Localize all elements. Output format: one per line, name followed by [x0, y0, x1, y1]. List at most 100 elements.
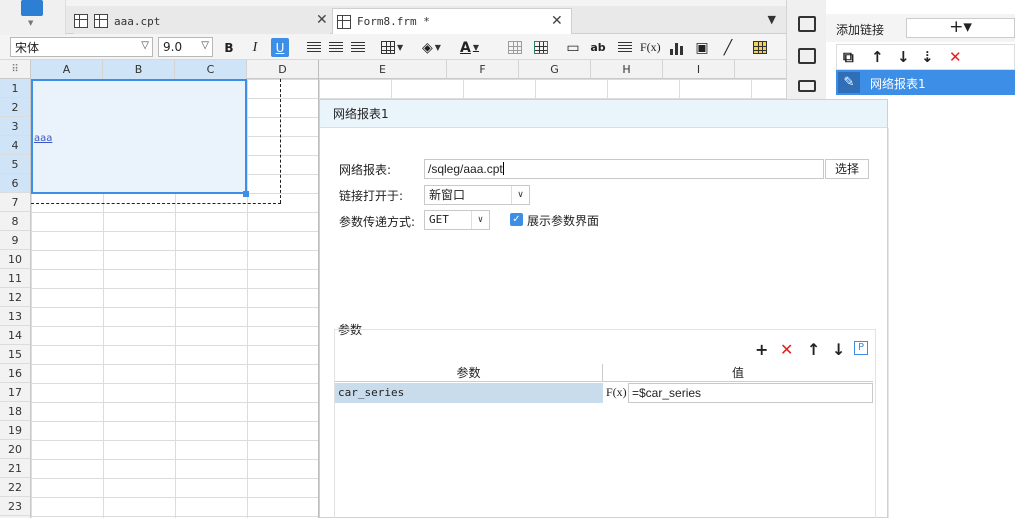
font-color-button[interactable]: A ▼ — [460, 38, 479, 57]
arrow-down-icon[interactable]: ↓ — [897, 48, 910, 66]
row-header[interactable]: 2 — [0, 98, 30, 117]
column-header-d[interactable]: D — [247, 60, 319, 79]
selected-merged-cell[interactable] — [31, 79, 247, 194]
delete-param-icon[interactable]: ✕ — [780, 340, 793, 359]
column-header-e[interactable]: E — [319, 60, 447, 79]
row-header[interactable]: 15 — [0, 345, 30, 364]
row-header[interactable]: 4 — [0, 136, 30, 155]
formula-button[interactable]: F(x) — [640, 38, 661, 57]
bold-button[interactable]: B — [221, 38, 237, 57]
italic-button[interactable]: I — [247, 38, 263, 57]
cell-hyperlink-text[interactable]: aaa — [34, 133, 52, 144]
param-name-cell[interactable]: car_series — [335, 383, 603, 403]
row-header[interactable]: 12 — [0, 288, 30, 307]
row-header[interactable]: 3 — [0, 117, 30, 136]
rich-text-button[interactable] — [617, 38, 633, 57]
app-menu-caret-icon[interactable]: ▼ — [28, 19, 33, 27]
row-header[interactable]: 6 — [0, 174, 30, 193]
row-header[interactable]: 21 — [0, 459, 30, 478]
tab-aaa-cpt[interactable]: aaa.cpt ✕ — [74, 8, 330, 34]
align-right-button[interactable] — [350, 38, 366, 57]
app-logo-icon[interactable] — [21, 0, 43, 16]
row-header[interactable]: 7 — [0, 193, 30, 212]
row-header[interactable]: 19 — [0, 421, 30, 440]
column-header-param: 参数 — [335, 364, 603, 382]
cell-element-icon[interactable] — [798, 16, 816, 32]
row-header[interactable]: 14 — [0, 326, 30, 345]
paint-bucket-icon: ◈ — [422, 39, 433, 56]
rich-text-icon — [618, 42, 632, 53]
row-header[interactable]: 17 — [0, 383, 30, 402]
select-all-corner[interactable]: ⠿ — [0, 60, 31, 79]
column-header-a[interactable]: A — [31, 60, 103, 79]
row-header[interactable]: 11 — [0, 269, 30, 288]
align-center-button[interactable] — [328, 38, 344, 57]
font-size-select[interactable]: 9.0 ▽ — [158, 37, 213, 57]
link-list-item[interactable]: ✎ 网络报表1 — [836, 70, 1015, 95]
link-item-label: 网络报表1 — [870, 77, 926, 91]
row-header[interactable]: 5 — [0, 155, 30, 174]
column-header-c[interactable]: C — [175, 60, 247, 79]
add-param-icon[interactable]: + — [755, 340, 768, 359]
report-file-icon — [94, 14, 108, 28]
row-header[interactable]: 20 — [0, 440, 30, 459]
param-value-input[interactable]: =$car_series — [628, 383, 873, 403]
cell-attribute-icon[interactable] — [798, 48, 816, 64]
move-down-icon[interactable]: ↓ — [832, 340, 845, 359]
close-icon[interactable]: ✕ — [551, 13, 563, 29]
row-header[interactable]: 1 — [0, 79, 30, 98]
row-header[interactable]: 8 — [0, 212, 30, 231]
column-header-i[interactable]: I — [663, 60, 735, 79]
edit-pencil-icon[interactable]: ✎ — [838, 72, 860, 93]
row-header[interactable]: 23 — [0, 497, 30, 516]
fill-handle[interactable] — [243, 191, 249, 197]
copy-icon[interactable]: ⧉ — [843, 48, 854, 66]
align-left-button[interactable] — [306, 38, 322, 57]
table-row[interactable]: car_series F(x) =$car_series — [335, 383, 873, 403]
row-header[interactable]: 16 — [0, 364, 30, 383]
open-in-select[interactable]: 新窗口 ∨ — [424, 185, 530, 205]
tab-form8-frm[interactable]: Form8.frm * ✕ — [332, 8, 572, 34]
pass-method-select[interactable]: GET ∨ — [424, 210, 490, 230]
tab-list-menu-icon[interactable]: ▼ — [768, 13, 776, 26]
align-center-icon — [329, 42, 343, 53]
chevron-down-icon: ▽ — [141, 40, 149, 51]
fill-color-button[interactable]: ◈ ▼ — [422, 38, 441, 57]
font-family-select[interactable]: 宋体 ▽ — [10, 37, 153, 57]
text-cell-button[interactable]: ▭ — [565, 38, 581, 57]
underline-button[interactable]: U — [271, 38, 289, 57]
column-header-g[interactable]: G — [519, 60, 591, 79]
show-params-checkbox[interactable]: ✓ — [510, 213, 523, 226]
sub-report-button[interactable] — [752, 38, 768, 57]
merge-cells-button[interactable] — [507, 38, 523, 57]
insert-chart-button[interactable] — [668, 38, 684, 57]
row-header[interactable]: 10 — [0, 250, 30, 269]
formula-icon[interactable]: F(x) — [606, 384, 627, 402]
column-header-b[interactable]: B — [103, 60, 175, 79]
delete-icon[interactable]: ✕ — [949, 48, 962, 66]
border-button[interactable]: ▼ — [381, 38, 403, 57]
sort-icon[interactable]: ⇣ — [921, 48, 934, 66]
row-header[interactable]: 9 — [0, 231, 30, 250]
row-header[interactable]: 22 — [0, 478, 30, 497]
text-abbrev-button[interactable]: ab — [590, 38, 606, 57]
row-header[interactable]: 13 — [0, 307, 30, 326]
column-header-value: 值 — [731, 366, 744, 380]
choose-button[interactable]: 选择 — [825, 159, 869, 179]
app-menu-corner[interactable]: ▼ — [0, 0, 66, 36]
row-header[interactable]: 18 — [0, 402, 30, 421]
border-icon — [381, 41, 395, 54]
arrow-up-icon[interactable]: ↑ — [871, 48, 884, 66]
param-p-button[interactable]: P — [854, 341, 868, 355]
close-icon[interactable]: ✕ — [316, 12, 328, 28]
column-header-h[interactable]: H — [591, 60, 663, 79]
column-header-f[interactable]: F — [447, 60, 519, 79]
insert-image-button[interactable]: ▣ — [694, 38, 710, 57]
add-link-button[interactable]: +▾ — [906, 18, 1015, 38]
hyperlink-panel-icon[interactable] — [798, 80, 816, 92]
font-size-value: 9.0 — [163, 40, 183, 54]
move-up-icon[interactable]: ↑ — [807, 340, 820, 359]
table-button[interactable] — [533, 38, 549, 57]
insert-slash-button[interactable]: ╱ — [720, 38, 736, 57]
report-path-input[interactable]: /sqleg/aaa.cpt — [424, 159, 824, 179]
